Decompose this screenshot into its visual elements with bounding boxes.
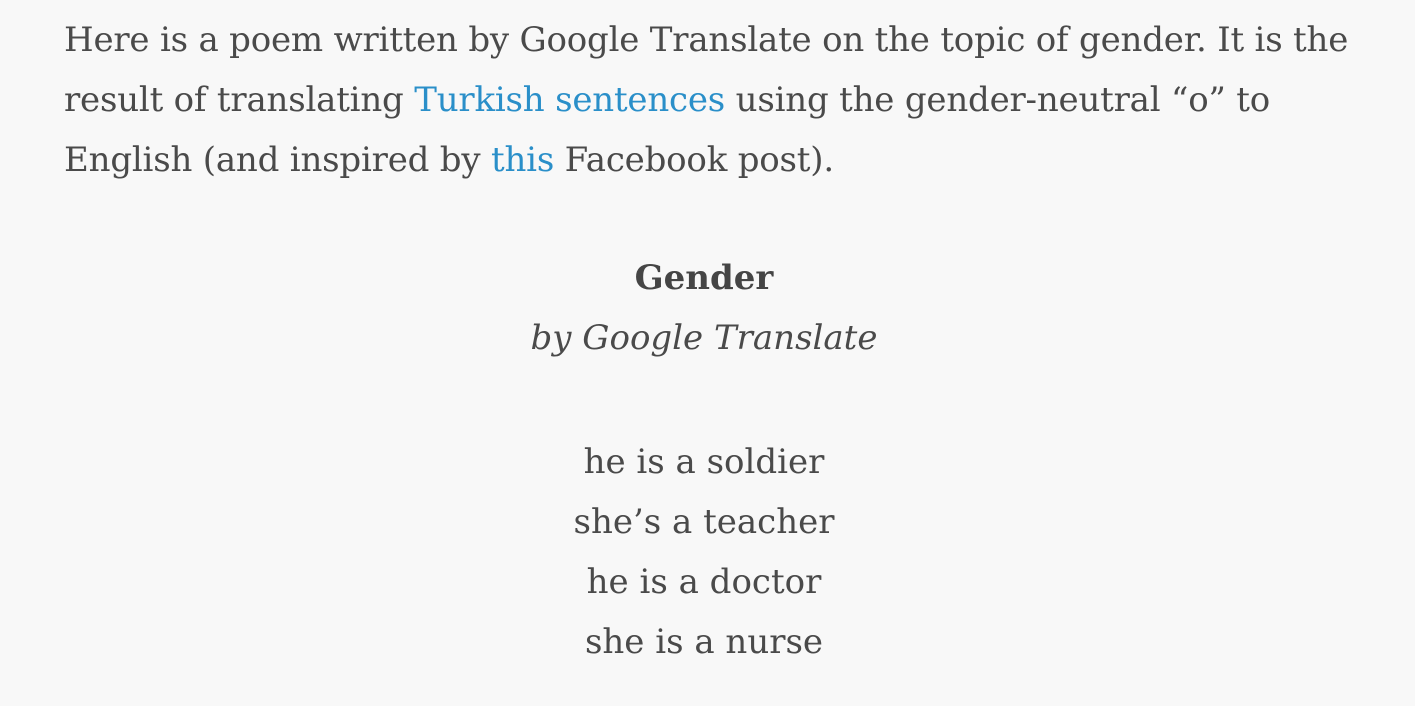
turkish-sentences-link[interactable]: Turkish sentences [414,80,725,120]
poem-byline: by Google Translate [530,318,878,358]
facebook-post-link[interactable]: this [491,140,554,180]
intro-text-3: Facebook post). [554,140,834,180]
poem-title: Gender [634,258,774,298]
poem-body: he is a soldier she’s a teacher he is a … [0,432,1408,672]
poem-line: she’s a teacher [573,502,835,542]
poem-line: he is a soldier [583,442,825,482]
intro-paragraph: Here is a poem written by Google Transla… [64,10,1364,190]
poem-line: he is a doctor [586,562,822,602]
poem-line: she is a nurse [584,622,824,662]
